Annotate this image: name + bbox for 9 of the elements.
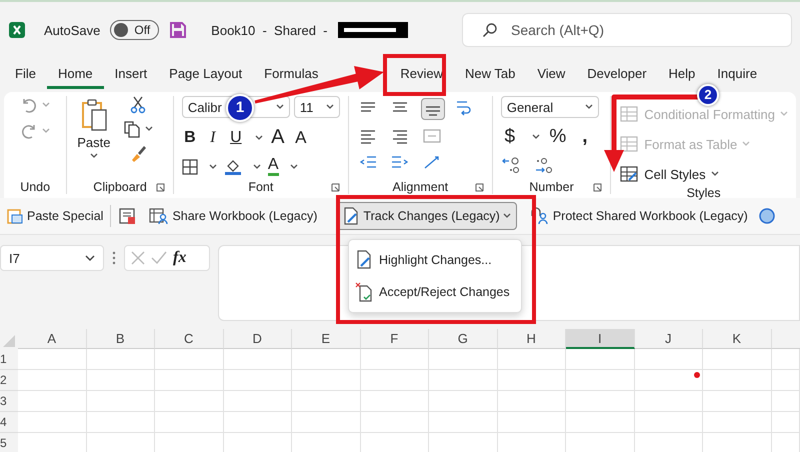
group-label: Font (248, 180, 274, 194)
group-label: Alignment (392, 180, 448, 194)
group-label: Number (529, 180, 574, 194)
group-label: Undo (19, 180, 52, 194)
document-title: Book10 - Shared - (211, 22, 328, 38)
autosave-label: AutoSave (44, 22, 100, 38)
step-marker: 2 (697, 84, 719, 106)
group-label: Styles (686, 186, 721, 200)
group-label: Clipboard (93, 180, 147, 194)
